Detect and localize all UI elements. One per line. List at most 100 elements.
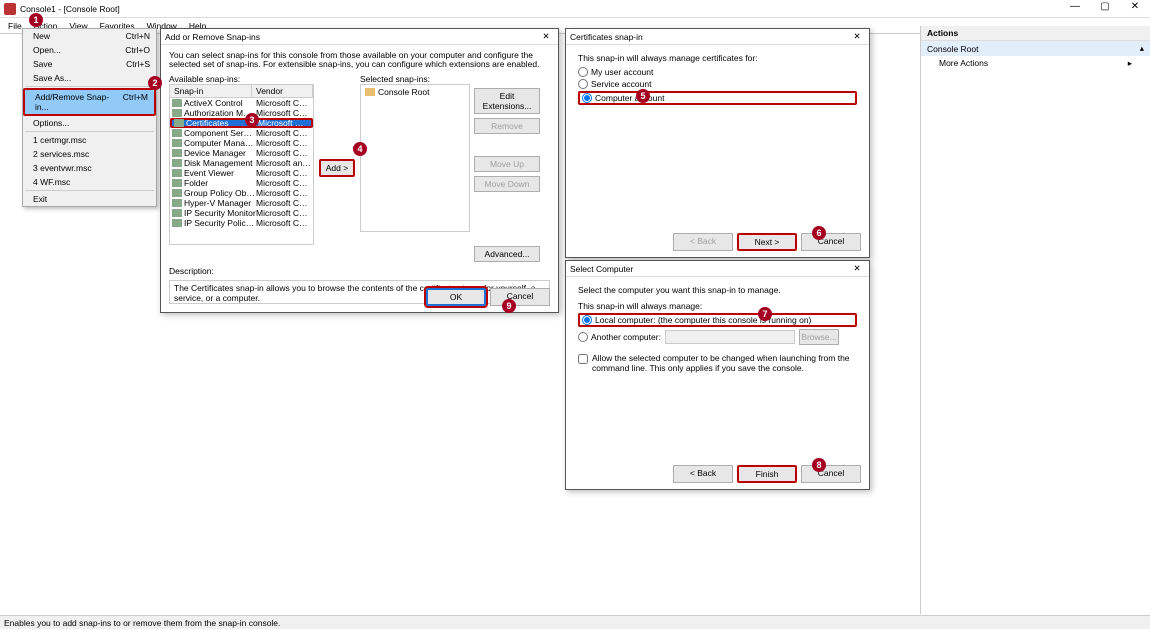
back-button[interactable]: < Back: [673, 465, 733, 483]
menu-add-remove-snapin[interactable]: Add/Remove Snap-in...Ctrl+M: [23, 88, 156, 116]
snapin-row[interactable]: Disk ManagementMicrosoft and...: [170, 158, 313, 168]
snapin-icon: [172, 179, 182, 187]
maximize-button[interactable]: ▢: [1090, 0, 1120, 16]
radio-user-account[interactable]: My user account: [578, 67, 857, 77]
menu-recent-3[interactable]: 3 eventvwr.msc: [23, 161, 156, 175]
add-button[interactable]: Add >: [319, 159, 355, 177]
allow-change-checkbox-row[interactable]: Allow the selected computer to be change…: [578, 353, 857, 373]
cancel-button[interactable]: Cancel: [801, 465, 861, 483]
radio-service-account[interactable]: Service account: [578, 79, 857, 89]
snapin-icon: [172, 189, 182, 197]
menu-recent-2[interactable]: 2 services.msc: [23, 147, 156, 161]
list-header: Snap-in Vendor: [169, 84, 314, 97]
snapin-row[interactable]: IP Security Policy M...Microsoft Cor...: [170, 218, 313, 228]
window-title: Console1 - [Console Root]: [20, 4, 120, 14]
callout-1: 1: [29, 13, 43, 27]
menu-recent-4[interactable]: 4 WF.msc: [23, 175, 156, 189]
menu-new[interactable]: NewCtrl+N: [23, 29, 156, 43]
snapin-icon: [172, 219, 182, 227]
snapin-row[interactable]: Device ManagerMicrosoft Cor...: [170, 148, 313, 158]
certificates-snapin-dialog: Certificates snap-in ✕ This snap-in will…: [565, 28, 870, 258]
actions-pane: Actions Console Root ▴ More Actions ▸: [920, 26, 1150, 614]
minimize-button[interactable]: —: [1060, 0, 1090, 16]
radio-local-computer[interactable]: Local computer: (the computer this conso…: [578, 313, 857, 327]
snapin-row[interactable]: FolderMicrosoft Cor...: [170, 178, 313, 188]
callout-6: 6: [812, 226, 826, 240]
radio-input[interactable]: [582, 93, 592, 103]
computer-name-input: [665, 330, 795, 344]
dialog-title-bar: Certificates snap-in ✕: [566, 29, 869, 45]
next-button[interactable]: Next >: [737, 233, 797, 251]
radio-computer-account[interactable]: Computer account: [578, 91, 857, 105]
mmc-icon: [4, 3, 16, 15]
radio-input[interactable]: [578, 79, 588, 89]
snapin-icon: [172, 129, 182, 137]
menu-save[interactable]: SaveCtrl+S: [23, 57, 156, 71]
tree-root-label: Console Root: [378, 87, 430, 97]
dialog-title-bar: Add or Remove Snap-ins ✕: [161, 29, 558, 45]
actions-header: Actions: [921, 26, 1150, 41]
snapin-icon: [172, 199, 182, 207]
status-bar: Enables you to add snap-ins to or remove…: [0, 615, 1150, 629]
menu-recent-1[interactable]: 1 certmgr.msc: [23, 133, 156, 147]
dialog-title: Certificates snap-in: [570, 32, 643, 42]
add-remove-snapins-dialog: Add or Remove Snap-ins ✕ You can select …: [160, 28, 559, 313]
snapin-row[interactable]: CertificatesMicrosoft Cor...: [170, 118, 313, 128]
snapin-icon: [174, 119, 184, 127]
move-up-button[interactable]: Move Up: [474, 156, 540, 172]
move-down-button[interactable]: Move Down: [474, 176, 540, 192]
close-icon[interactable]: ✕: [849, 31, 865, 42]
chevron-up-icon[interactable]: ▴: [1140, 43, 1144, 54]
callout-3: 3: [245, 113, 259, 127]
menu-options[interactable]: Options...: [23, 116, 156, 130]
snapin-row[interactable]: Event ViewerMicrosoft Cor...: [170, 168, 313, 178]
snapin-icon: [172, 159, 182, 167]
cancel-button[interactable]: Cancel: [801, 233, 861, 251]
snapin-row[interactable]: Hyper-V ManagerMicrosoft Cor...: [170, 198, 313, 208]
menu-exit[interactable]: Exit: [23, 192, 156, 206]
ok-button[interactable]: OK: [426, 288, 486, 306]
snapin-row[interactable]: Component ServicesMicrosoft Cor...: [170, 128, 313, 138]
callout-4: 4: [353, 142, 367, 156]
close-icon[interactable]: ✕: [849, 263, 865, 274]
menu-open[interactable]: Open...Ctrl+O: [23, 43, 156, 57]
callout-8: 8: [812, 458, 826, 472]
callout-7: 7: [758, 307, 772, 321]
close-button[interactable]: ✕: [1120, 0, 1150, 16]
snapin-row[interactable]: Group Policy Object ...Microsoft Cor...: [170, 188, 313, 198]
radio-another-computer[interactable]: Another computer: Browse...: [578, 329, 857, 345]
sub-text: This snap-in will always manage:: [578, 301, 857, 311]
finish-button[interactable]: Finish: [737, 465, 797, 483]
available-snapins-list[interactable]: ActiveX ControlMicrosoft Cor...Authoriza…: [169, 97, 314, 245]
snapin-row[interactable]: Computer Managem...Microsoft Cor...: [170, 138, 313, 148]
cancel-button[interactable]: Cancel: [490, 288, 550, 306]
radio-input[interactable]: [582, 315, 592, 325]
checkbox-input[interactable]: [578, 354, 588, 364]
snapin-row[interactable]: ActiveX ControlMicrosoft Cor...: [170, 98, 313, 108]
callout-5: 5: [636, 89, 650, 103]
close-icon[interactable]: ✕: [538, 31, 554, 42]
advanced-button[interactable]: Advanced...: [474, 246, 540, 262]
callout-2: 2: [148, 76, 162, 90]
description-label: Description:: [169, 266, 550, 276]
remove-button[interactable]: Remove: [474, 118, 540, 134]
menu-save-as[interactable]: Save As...: [23, 71, 156, 85]
more-actions-item[interactable]: More Actions ▸: [921, 56, 1150, 70]
snapin-icon: [172, 209, 182, 217]
actions-section[interactable]: Console Root ▴: [921, 41, 1150, 56]
snapin-row[interactable]: Authorization Manag...Microsoft Cor...: [170, 108, 313, 118]
radio-input[interactable]: [578, 67, 588, 77]
file-menu-dropdown: NewCtrl+N Open...Ctrl+O SaveCtrl+S Save …: [22, 28, 157, 207]
radio-input[interactable]: [578, 332, 588, 342]
snapin-icon: [172, 139, 182, 147]
selected-snapins-tree[interactable]: Console Root: [360, 84, 470, 232]
dialog-title: Select Computer: [570, 264, 633, 274]
available-label: Available snap-ins:: [169, 74, 314, 84]
callout-9: 9: [502, 299, 516, 313]
intro-text: Select the computer you want this snap-i…: [578, 285, 857, 295]
snapin-row[interactable]: IP Security MonitorMicrosoft Cor...: [170, 208, 313, 218]
dialog-title-bar: Select Computer ✕: [566, 261, 869, 277]
edit-extensions-button[interactable]: Edit Extensions...: [474, 88, 540, 114]
folder-icon: [365, 88, 375, 96]
back-button: < Back: [673, 233, 733, 251]
